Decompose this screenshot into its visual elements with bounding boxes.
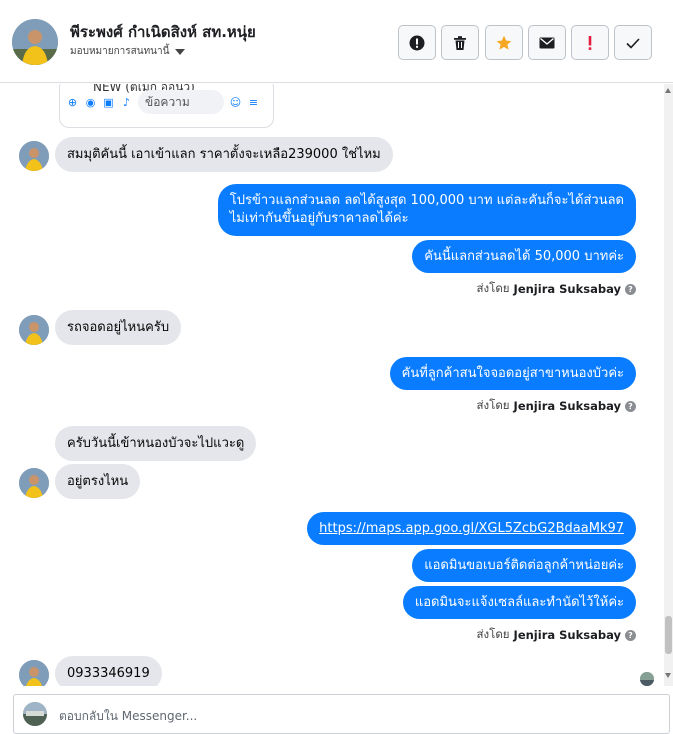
sent-by-label: ส่งโดย Jenjira Suksabay ? xyxy=(477,397,636,415)
emoji-icon: ☺ xyxy=(229,95,242,109)
contact-name[interactable]: พีระพงศ์ กำเนิดสิงห์ สท.หนุ่ย xyxy=(70,20,256,44)
card-composer: ⊕ ◉ ▣ ♪ ข้อความ ☺ ≡ xyxy=(66,90,260,114)
check-icon xyxy=(626,37,640,49)
star-icon xyxy=(496,35,512,50)
delete-button[interactable] xyxy=(441,25,479,60)
incoming-message[interactable]: รถจอดอยู่ไหนครับ xyxy=(55,310,182,345)
scroll-down-arrow-icon[interactable] xyxy=(665,673,671,678)
outgoing-link-message[interactable]: https://maps.app.goo.gl/XGL5ZcbG2BdaaMk9… xyxy=(307,512,636,545)
image-icon: ▣ xyxy=(103,95,114,109)
sent-by-name[interactable]: Jenjira Suksabay xyxy=(514,282,621,296)
customer-avatar[interactable] xyxy=(19,315,49,345)
sent-by-label: ส่งโดย Jenjira Suksabay ? xyxy=(477,280,636,298)
customer-avatar[interactable] xyxy=(19,660,49,686)
help-icon[interactable]: ? xyxy=(625,629,636,641)
incoming-message[interactable]: สมมุติคันนี้ เอาเข้าแลก ราคาตั้งจะเหลือ2… xyxy=(55,137,393,172)
customer-avatar[interactable] xyxy=(19,141,49,171)
exclamation-icon xyxy=(588,35,592,50)
card-message-input: ข้อความ xyxy=(138,90,224,114)
sent-by-prefix: ส่งโดย xyxy=(476,281,510,295)
customer-avatar[interactable] xyxy=(19,468,49,498)
conversation-header: พีระพงศ์ กำเนิดสิงห์ สท.หนุ่ย มอบหมายการ… xyxy=(0,0,673,83)
outgoing-message[interactable]: โปรข้าวแลกส่วนลด ลดได้สูงสุด 100,000 บาท… xyxy=(217,184,636,236)
envelope-icon xyxy=(539,37,555,48)
camera-icon: ◉ xyxy=(85,95,96,109)
reply-composer: ตอบกลับใน Messenger... xyxy=(0,686,673,734)
thread-scrollbar[interactable] xyxy=(664,84,673,686)
shared-post-card[interactable]: NEW (ตีเม็ก ออนิว) ⊕ ◉ ▣ ♪ ข้อความ ☺ ≡ xyxy=(59,84,274,128)
sent-by-prefix: ส่งโดย xyxy=(476,627,510,641)
sent-by-label: ส่งโดย Jenjira Suksabay ? xyxy=(477,626,636,644)
page-avatar xyxy=(23,702,47,726)
contact-avatar[interactable] xyxy=(12,19,58,65)
help-icon[interactable]: ? xyxy=(625,400,636,412)
assign-label: มอบหมายการสนทนานี้ xyxy=(70,46,170,57)
microphone-icon: ♪ xyxy=(122,95,131,109)
sent-by-prefix: ส่งโดย xyxy=(476,398,510,412)
sent-by-name[interactable]: Jenjira Suksabay xyxy=(514,628,621,642)
seen-indicator-avatar xyxy=(640,672,654,686)
outgoing-message[interactable]: คันที่ลูกค้าสนใจจอดอยู่สาขาหนองบัวค่ะ xyxy=(389,357,636,390)
done-button[interactable] xyxy=(614,25,652,60)
menu-icon: ≡ xyxy=(248,95,259,109)
outgoing-message[interactable]: แอดมินขอเบอร์ติดต่อลูกค้าหน่อยค่ะ xyxy=(412,549,636,582)
scroll-up-arrow-icon[interactable] xyxy=(665,88,671,93)
plus-icon: ⊕ xyxy=(67,95,78,109)
trash-icon xyxy=(454,35,466,50)
assign-conversation-dropdown[interactable]: มอบหมายการสนทนานี้ xyxy=(70,44,186,59)
sent-by-name[interactable]: Jenjira Suksabay xyxy=(514,399,621,413)
star-button[interactable] xyxy=(485,25,523,60)
spam-button[interactable] xyxy=(398,25,436,60)
exclamation-circle-icon xyxy=(409,35,425,50)
reply-placeholder: ตอบกลับใน Messenger... xyxy=(59,709,198,723)
message-line: โปรข้าวแลกส่วนลด ลดได้สูงสุด 100,000 บาท… xyxy=(229,193,624,208)
message-line: ไม่เท่ากันขึ้นอยู่กับราคาลดได้ค่ะ xyxy=(229,211,409,226)
follow-up-button[interactable] xyxy=(571,25,609,60)
help-icon[interactable]: ? xyxy=(625,283,636,295)
message-thread[interactable]: NEW (ตีเม็ก ออนิว) ⊕ ◉ ▣ ♪ ข้อความ ☺ ≡ ส… xyxy=(0,84,663,686)
incoming-message[interactable]: อยู่ตรงไหน xyxy=(55,464,141,499)
scroll-thumb[interactable] xyxy=(665,616,672,654)
outgoing-message[interactable]: แอดมินจะแจ้งเซลล์และทำนัดไว้ให้ค่ะ xyxy=(402,586,636,619)
caret-down-icon xyxy=(175,48,186,55)
outgoing-message[interactable]: คันนี้แลกส่วนลดได้ 50,000 บาทค่ะ xyxy=(412,240,636,273)
mark-unread-button[interactable] xyxy=(528,25,566,60)
reply-input[interactable]: ตอบกลับใน Messenger... xyxy=(13,694,670,734)
incoming-message[interactable]: ครับวันนี้เข้าหนองบัวจะไปแวะดู xyxy=(55,426,257,461)
incoming-message[interactable]: 0933346919 xyxy=(55,656,162,686)
